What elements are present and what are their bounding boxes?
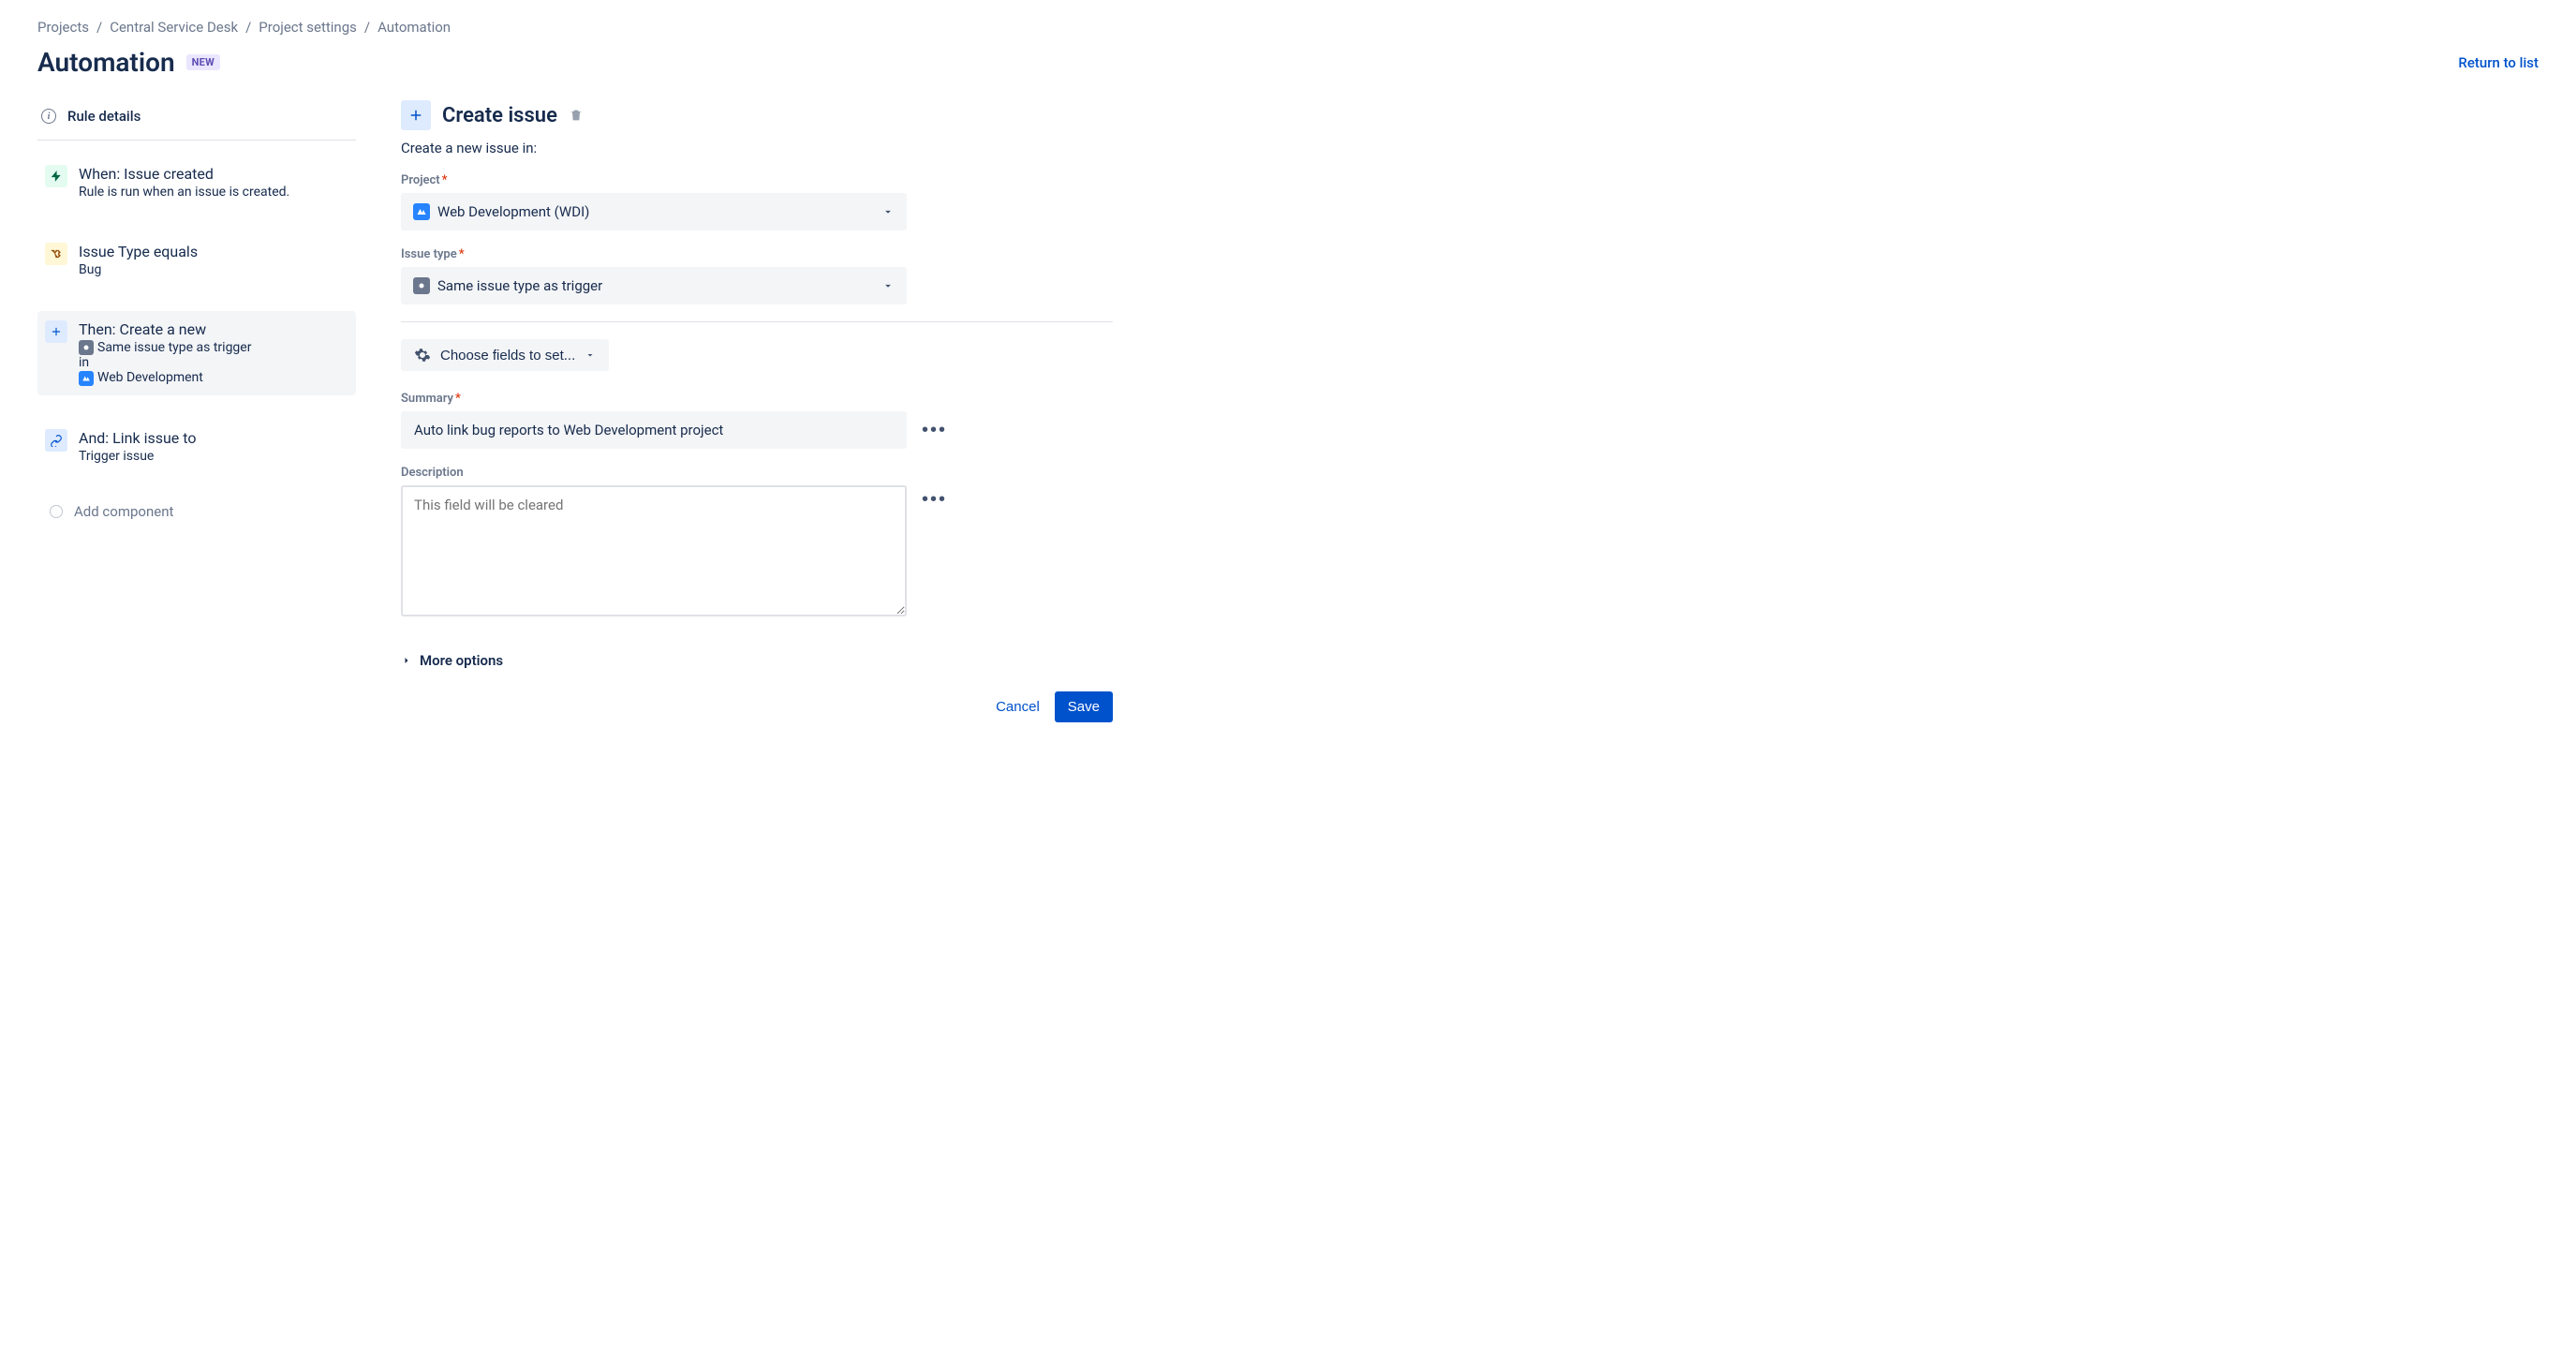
- add-component-label: Add component: [74, 503, 173, 520]
- form-subtitle: Create a new issue in:: [401, 140, 1132, 156]
- gear-icon: [414, 347, 431, 364]
- link-icon: [45, 429, 67, 452]
- chain-condition-sub: Bug: [79, 262, 198, 277]
- issue-type-label: Issue type*: [401, 247, 1132, 261]
- crumb-project-settings[interactable]: Project settings: [259, 19, 357, 36]
- return-to-list-link[interactable]: Return to list: [2458, 54, 2539, 71]
- chain-item-when[interactable]: When: Issue created Rule is run when an …: [37, 156, 356, 209]
- breadcrumb: Projects / Central Service Desk / Projec…: [37, 19, 2539, 36]
- issue-type-select[interactable]: Same issue type as trigger: [401, 267, 907, 304]
- rule-chain-panel: Rule details When: Issue created Rule is…: [37, 100, 356, 526]
- cancel-button[interactable]: Cancel: [985, 691, 1051, 722]
- chain-condition-title: Issue Type equals: [79, 243, 198, 260]
- section-divider: [401, 321, 1113, 322]
- shuffle-icon: [45, 243, 67, 265]
- crumb-projects[interactable]: Projects: [37, 19, 89, 36]
- description-more-icon[interactable]: •••: [918, 485, 951, 514]
- add-component-button[interactable]: Add component: [37, 497, 356, 526]
- issue-type-avatar-icon: [413, 277, 430, 294]
- add-circle-icon: [50, 505, 63, 518]
- header-left: Automation NEW: [37, 47, 220, 78]
- project-select[interactable]: Web Development (WDI): [401, 193, 907, 230]
- new-badge: NEW: [186, 54, 220, 70]
- more-options-label: More options: [420, 652, 503, 669]
- summary-label: Summary*: [401, 392, 1132, 406]
- rule-details-row[interactable]: Rule details: [37, 100, 356, 141]
- required-asterisk: *: [455, 392, 461, 406]
- rule-details-label: Rule details: [67, 108, 141, 125]
- action-form-panel: Create issue Create a new issue in: Proj…: [401, 100, 1132, 722]
- required-asterisk: *: [459, 247, 465, 261]
- form-footer: Cancel Save: [401, 691, 1113, 722]
- info-icon: [41, 109, 56, 124]
- choose-fields-button[interactable]: Choose fields to set...: [401, 339, 609, 371]
- delete-action-icon[interactable]: [569, 108, 584, 123]
- chain-item-then-create[interactable]: Then: Create a new Same issue type as tr…: [37, 311, 356, 395]
- crumb-service-desk[interactable]: Central Service Desk: [110, 19, 238, 36]
- project-label: Project*: [401, 173, 1132, 187]
- chevron-right-icon: [401, 655, 412, 666]
- description-label: Description: [401, 466, 1132, 480]
- chain-and-sub: Trigger issue: [79, 449, 196, 464]
- chain-when-title: When: Issue created: [79, 165, 289, 183]
- summary-more-icon[interactable]: •••: [918, 416, 951, 445]
- chain-item-and-link[interactable]: And: Link issue to Trigger issue: [37, 420, 356, 473]
- lightning-icon: [45, 165, 67, 187]
- plus-icon: [45, 320, 67, 343]
- breadcrumb-sep: /: [96, 19, 102, 36]
- issue-type-value: Same issue type as trigger: [437, 277, 602, 294]
- summary-input[interactable]: [401, 411, 907, 449]
- choose-fields-label: Choose fields to set...: [440, 348, 575, 364]
- page-header: Automation NEW Return to list: [37, 47, 2539, 78]
- page-title: Automation: [37, 47, 175, 78]
- chain-then-sub: Same issue type as trigger in Web Develo…: [79, 340, 251, 385]
- required-asterisk: *: [442, 173, 448, 187]
- chain-and-title: And: Link issue to: [79, 429, 196, 447]
- project-value: Web Development (WDI): [437, 203, 589, 220]
- chain-then-title: Then: Create a new: [79, 320, 251, 338]
- form-title-row: Create issue: [401, 100, 1132, 130]
- chevron-down-icon: [585, 349, 596, 361]
- issue-type-icon: [79, 340, 94, 355]
- save-button[interactable]: Save: [1055, 691, 1113, 722]
- description-textarea[interactable]: [401, 485, 907, 616]
- form-title: Create issue: [442, 104, 557, 127]
- more-options-toggle[interactable]: More options: [401, 652, 503, 669]
- project-icon: [79, 371, 94, 386]
- chevron-down-icon: [881, 205, 895, 218]
- create-issue-icon: [401, 100, 431, 130]
- chain-item-condition[interactable]: Issue Type equals Bug: [37, 233, 356, 287]
- crumb-automation[interactable]: Automation: [378, 19, 451, 36]
- chain-when-sub: Rule is run when an issue is created.: [79, 185, 289, 200]
- project-avatar-icon: [413, 203, 430, 220]
- breadcrumb-sep: /: [364, 19, 370, 36]
- breadcrumb-sep: /: [245, 19, 251, 36]
- chevron-down-icon: [881, 279, 895, 292]
